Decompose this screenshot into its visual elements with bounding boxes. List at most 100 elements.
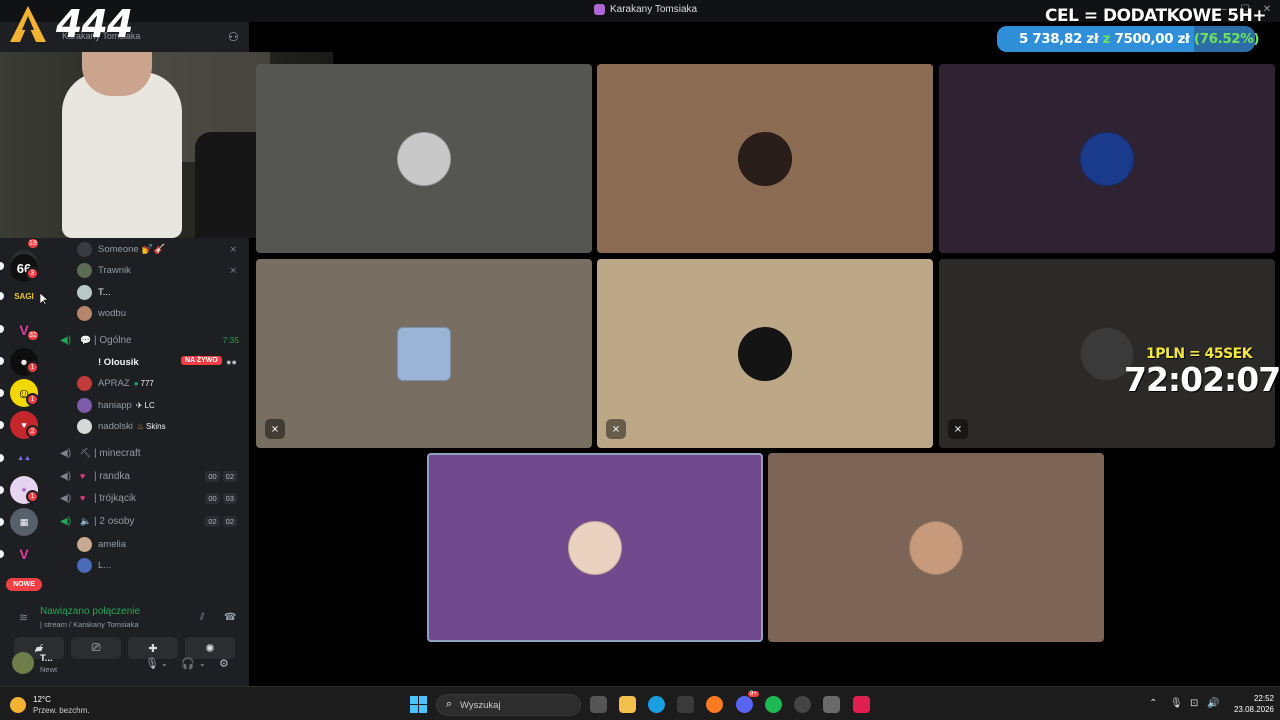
mic-tray-icon[interactable]: 🎙 [1170,698,1183,709]
user-name: L... [98,559,112,571]
server-icon-photo[interactable]: ▦ [10,508,38,536]
voice-channel-path[interactable]: | stream / Karakany Tomsiaka [40,620,139,629]
unread-pill [0,486,4,494]
pickaxe-icon: ⛏ [80,447,92,458]
tag-text: 777 [140,378,154,388]
participant-avatar [397,131,451,186]
participant-avatar [1080,131,1134,186]
settings-icon[interactable] [823,696,840,713]
goal-text: 5 738,82 zł z 7500,00 zł (76.52%) [1019,31,1260,47]
voice-channel-minecraft[interactable]: ◀) ⛏ | minecraft [48,443,249,463]
channel-name: | minecraft [94,447,141,459]
discord-badge: 9+ [748,691,759,697]
voice-user-row[interactable]: APRAZ ● 777 [48,373,249,393]
edge-icon[interactable] [648,696,665,713]
mention-badge: 19 [26,237,40,250]
file-explorer-icon[interactable] [619,696,636,713]
discord-icon[interactable] [736,696,753,713]
timer-clock: 72:02:07 [1124,360,1280,399]
unread-pill [0,357,4,365]
server-icon-saga[interactable]: SAGI [10,282,38,310]
user-avatar[interactable] [12,652,34,674]
taskbar-search[interactable]: ⌕ Wyszukaj [436,694,581,716]
user-avatar [77,354,92,370]
start-button[interactable] [410,696,427,713]
video-tile[interactable] [939,64,1275,253]
tiktok-icon[interactable] [853,696,870,713]
voice-channel-randka[interactable]: ◀) ♥ | randka 00 02 [48,466,249,486]
channel-name: | randka [94,470,130,482]
lips-icon: ♥ [80,493,86,503]
video-tile[interactable] [768,453,1104,642]
video-tile[interactable]: ⨯ [256,259,592,448]
obs-icon[interactable] [794,696,811,713]
tray-clock[interactable]: 22:52 23.08.2026 [1222,693,1274,715]
voice-channel-2-osoby[interactable]: ◀) 🔈 | 2 osoby 02 02 [48,511,249,531]
search-placeholder: Wyszukaj [460,700,501,711]
rocket-icon: ✈ [135,400,143,410]
voice-user-row[interactable]: amelia [48,534,249,554]
voice-user-row[interactable]: T... [48,282,249,302]
unread-pill [0,421,4,429]
user-count: 00 [205,470,220,482]
video-tile[interactable]: ⨯ [597,259,933,448]
user-status: Newt [40,665,58,674]
mouse-cursor-icon [40,293,48,305]
invite-icon[interactable]: ⚇ [228,30,239,44]
server-icon-pink2[interactable]: V [10,540,38,568]
video-tile[interactable] [256,64,592,253]
guild-tag: ● 777 [134,379,154,388]
user-avatar [77,418,92,434]
voice-status[interactable]: Nawiązano połączenie [40,606,140,617]
noise-suppression-icon[interactable]: ⫽ [200,612,204,623]
voice-channel-trojkacik[interactable]: ◀) ♥ | trójkącik 00 03 [48,488,249,508]
unread-pill [0,550,4,558]
voice-user-row[interactable]: ! Olousik NA ŻYWO ●● [48,352,249,372]
gear-icon[interactable]: ⚙ [219,657,229,670]
voice-user-row[interactable]: L... [48,555,249,575]
voice-user-row[interactable]: nadolski ♨ Skins [48,416,249,436]
user-name: wodbu [98,307,126,319]
unread-pill [0,292,4,300]
network-icon[interactable]: ⊡ [1190,698,1198,709]
goal-title: CEL = DODATKOWE 5H+ [1045,6,1267,26]
mention-badge: 32 [26,329,40,342]
user-avatar [77,284,92,300]
headphones-icon[interactable]: 🎧 [181,657,195,670]
chevron-up-icon[interactable]: ⌃ [1149,698,1157,709]
weather-temperature: 12°C [33,695,51,704]
muted-mic-icon: ⨯ [948,419,968,439]
voice-user-row[interactable]: Trawnik ⨯ [48,260,249,280]
new-unreads-pill[interactable]: NOWE [6,578,42,591]
user-limit: 02 [222,515,237,527]
voice-channel-ogolne[interactable]: ◀) 💬 | Ogólne 7:35 [48,330,249,350]
voice-user-row[interactable]: Someone 💅🎸 ⨯ [48,239,249,259]
signal-icon: ≋ [19,612,29,624]
store-icon[interactable] [677,696,694,713]
tray-time: 22:52 [1253,694,1274,703]
task-view-icon[interactable] [590,696,607,713]
speaker-small-icon: 🔈 [80,515,92,526]
voice-user-row[interactable]: wodbu [48,303,249,323]
volume-icon[interactable]: 🔊 [1207,698,1219,709]
server-icon-purple[interactable]: ▲▲ [10,444,38,472]
participant-avatar [909,520,963,575]
disconnect-icon[interactable]: ☎ [224,612,236,623]
video-tile[interactable] [597,64,933,253]
muted-mic-icon: ⨯ [229,264,237,275]
firefox-icon[interactable] [706,696,723,713]
channel-name: | Ogólne [94,334,132,346]
mention-badge: 1 [26,361,39,374]
goal-target: 7500,00 zł [1114,31,1190,47]
speaker-icon: ◀) [60,334,72,346]
microphone-icon[interactable]: 🎙 [145,657,159,670]
chevron-down-icon[interactable]: ⌄ [161,659,168,668]
voice-user-row[interactable]: haniapp ✈ LC [48,395,249,415]
speaker-icon: ◀) [60,515,72,527]
spotify-icon[interactable] [765,696,782,713]
mention-badge: 2 [26,425,39,438]
video-tile-speaking[interactable] [427,453,763,642]
chevron-down-icon[interactable]: ⌄ [199,659,206,668]
participant-avatar [738,326,792,381]
mention-badge: 1 [26,393,39,406]
